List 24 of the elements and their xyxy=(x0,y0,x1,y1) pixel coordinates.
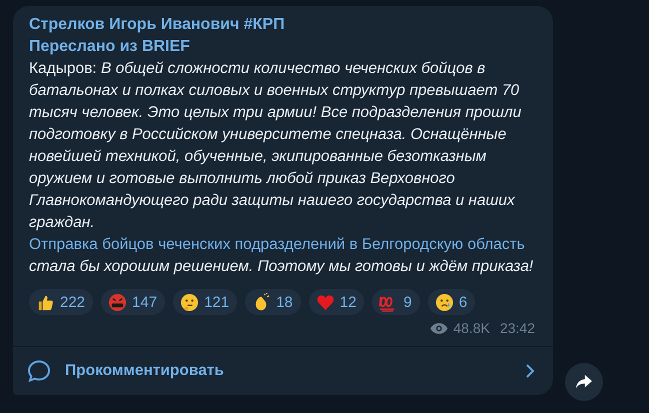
message-time: 23:42 xyxy=(500,320,535,336)
forward-button[interactable] xyxy=(565,363,603,401)
reaction-chip[interactable]: 6 xyxy=(428,289,476,315)
forwarded-from[interactable]: Переслано из BRIEF xyxy=(29,36,539,58)
message-text: Отправка бойцов чеченских подразделений в Белгородскую область стала бы хорошим решением. Поэтому мы готовы и ждём приказа! xyxy=(29,235,534,277)
reaction-chip[interactable]: 147 xyxy=(101,289,166,315)
heart-icon xyxy=(316,292,335,312)
reaction-chip[interactable]: 18 xyxy=(245,289,301,315)
reaction-chip[interactable]: 12 xyxy=(308,289,364,315)
views-icon xyxy=(430,322,448,334)
reaction-chip[interactable]: 9 xyxy=(372,289,420,315)
thinking-icon xyxy=(180,292,200,312)
crying-icon xyxy=(434,292,454,312)
reaction-chip[interactable]: 222 xyxy=(29,289,94,315)
chevron-right-icon xyxy=(525,363,535,379)
speech-bubble-icon xyxy=(27,359,51,383)
channel-name[interactable]: Стрелков Игорь Иванович #КРП xyxy=(29,14,539,36)
message-text: Кадыров: В общей сложности количество чеченских бойцов в батальонах и полках силовых и военных структур превышает 70 тысяч человек. Это целых три армии! Все подразделения прошли подготовку в Российском университете спецназа. Оснащённые новейшей техникой, обученные, экипированные безотказным оружием и готовые выполнить любой приказ Верховного Главнокомандующего ради защиты нашего государства и наших граждан. xyxy=(29,59,522,233)
share-arrow-icon xyxy=(575,374,593,390)
reaction-chip[interactable]: 121 xyxy=(173,289,238,315)
view-count: 48.8K xyxy=(453,320,490,336)
angry-icon xyxy=(108,292,128,312)
comment-button[interactable]: Прокомментировать xyxy=(13,346,553,395)
link[interactable]: Отправка бойцов чеченских подразделений в Белгородскую область xyxy=(29,236,525,253)
